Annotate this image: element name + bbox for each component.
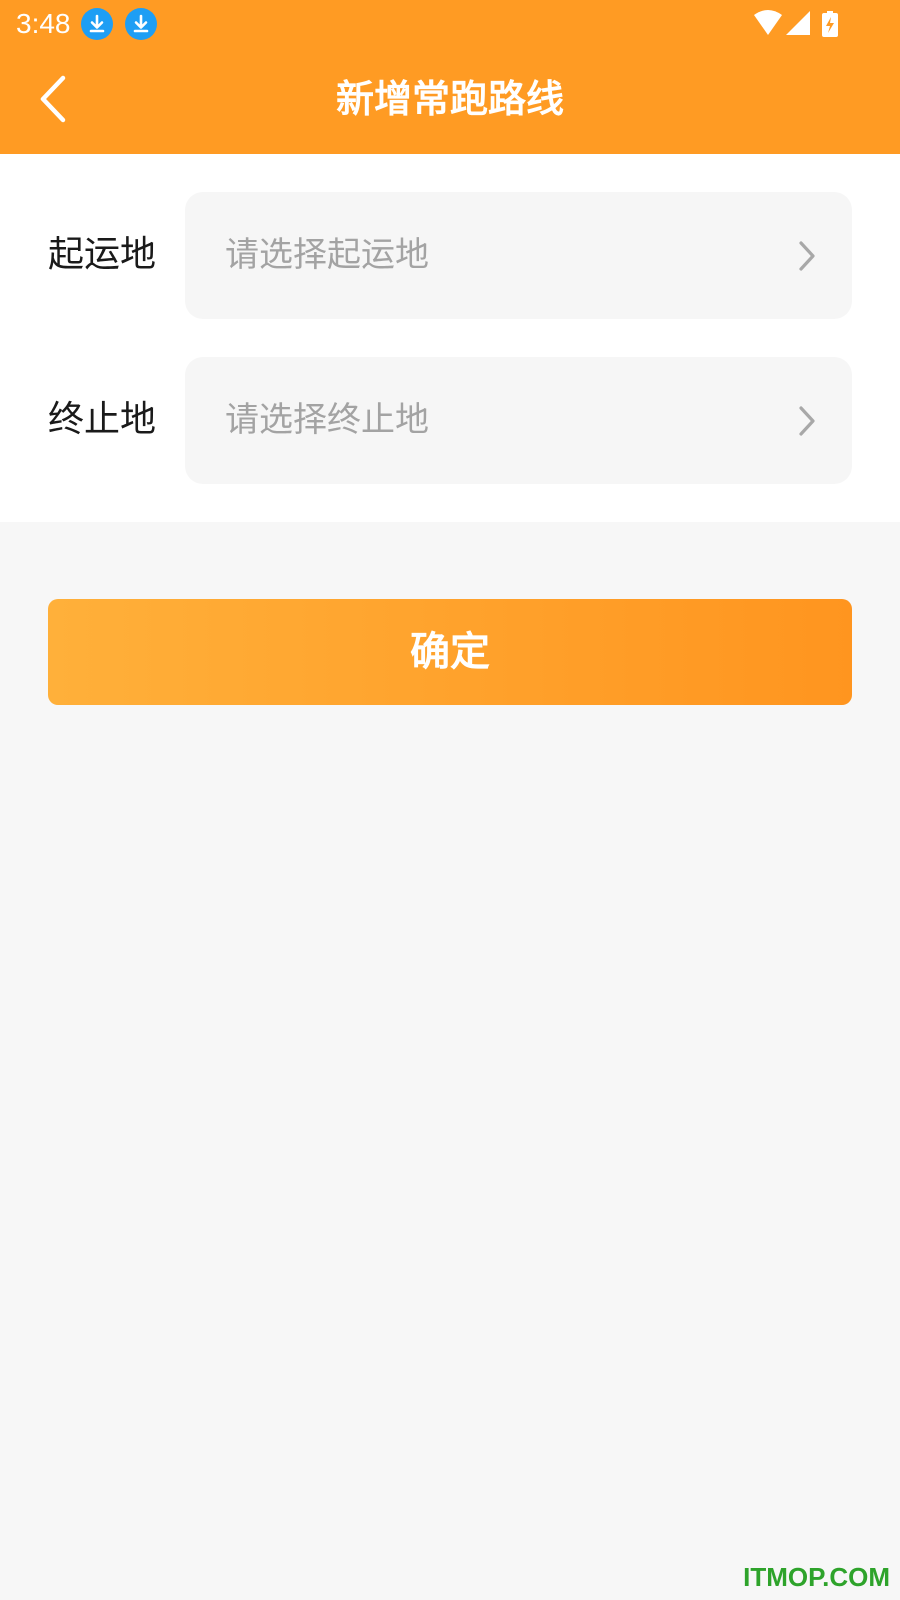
status-icons xyxy=(752,9,852,39)
destination-label: 终止地 xyxy=(48,399,157,440)
signal-icon xyxy=(786,11,810,35)
chevron-right-icon xyxy=(798,405,816,437)
wifi-icon xyxy=(754,10,782,35)
download-icon xyxy=(81,8,113,40)
battery-charging-icon xyxy=(822,11,838,37)
watermark: ITMOP.COM xyxy=(743,1562,890,1592)
download-icon xyxy=(125,8,157,40)
app-header: 3:48 新增常跑路线 xyxy=(0,0,900,154)
title-bar: 新增常跑路线 xyxy=(0,56,900,148)
destination-placeholder: 请选择终止地 xyxy=(225,400,429,440)
confirm-button[interactable]: 确定 xyxy=(48,599,852,705)
origin-placeholder: 请选择起运地 xyxy=(225,235,429,275)
status-bar: 3:48 xyxy=(0,0,900,48)
chevron-right-icon xyxy=(798,240,816,272)
status-time: 3:48 xyxy=(16,8,71,39)
page-title: 新增常跑路线 xyxy=(335,77,564,121)
destination-row: 终止地 请选择终止地 xyxy=(0,357,900,484)
route-form: 起运地 请选择起运地 终止地 请选择终止地 xyxy=(0,154,900,522)
origin-row: 起运地 请选择起运地 xyxy=(0,192,900,319)
origin-select[interactable]: 请选择起运地 xyxy=(185,192,852,319)
origin-label: 起运地 xyxy=(48,234,157,275)
destination-select[interactable]: 请选择终止地 xyxy=(185,357,852,484)
